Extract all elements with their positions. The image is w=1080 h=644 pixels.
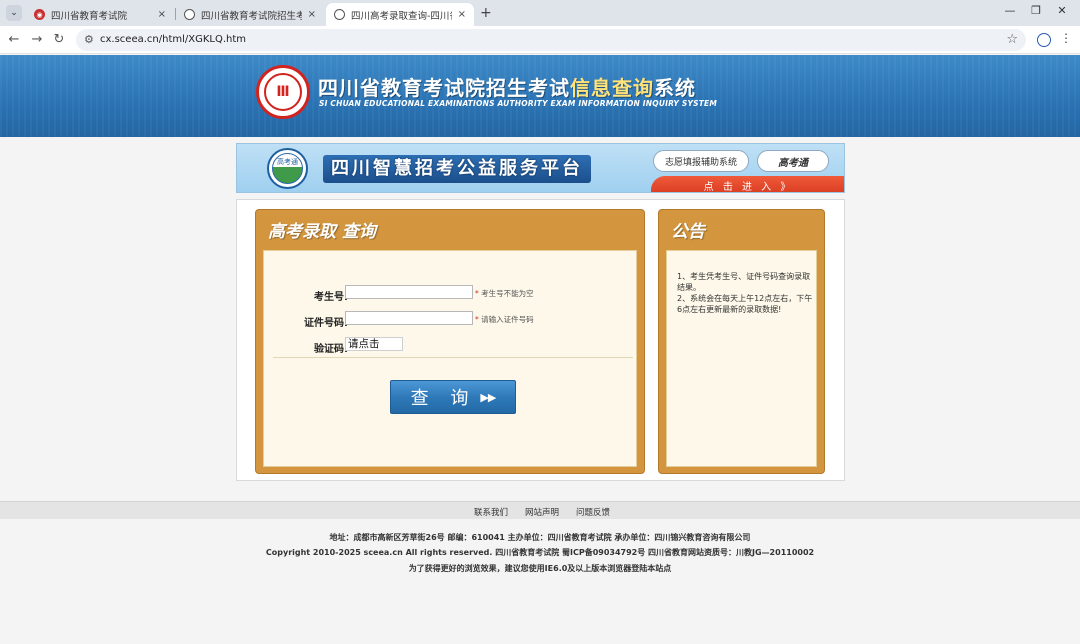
query-submit-label: 查 询 bbox=[410, 388, 477, 409]
site-subtitle: SI CHUAN EDUCATIONAL EXAMINATIONS AUTHOR… bbox=[319, 99, 717, 108]
notice-panel: 公告 1、考生凭考生号、证件号码查询录取结果。 2、系统会在每天上午12点左右，… bbox=[658, 209, 825, 474]
profile-avatar-icon[interactable] bbox=[1037, 33, 1051, 47]
feedback-link[interactable]: 问题反馈 bbox=[576, 506, 610, 518]
tab-sceea-home[interactable]: ◉ 四川省教育考试院 × bbox=[26, 3, 174, 26]
notice-panel-title: 公告 bbox=[671, 222, 705, 242]
exam-number-row: 考生号: * 考生号不能为空 bbox=[264, 285, 638, 303]
volunteer-system-button[interactable]: 志愿填报辅助系统 bbox=[653, 150, 749, 172]
tab-title: 四川高考录取查询-四川省教育 bbox=[351, 10, 452, 22]
new-tab-button[interactable]: + bbox=[480, 5, 492, 21]
restore-icon[interactable]: ❐ bbox=[1028, 4, 1044, 17]
close-icon[interactable]: × bbox=[458, 9, 466, 20]
captcha-click-box[interactable]: 请点击 bbox=[345, 337, 403, 351]
bookmark-star-icon[interactable]: ☆ bbox=[1006, 32, 1018, 47]
contact-us-link[interactable]: 联系我们 bbox=[474, 506, 508, 518]
minimize-icon[interactable]: — bbox=[1002, 4, 1018, 17]
tab-admission-query[interactable]: 四川高考录取查询-四川省教育 × bbox=[326, 3, 474, 26]
forward-arrow-icon[interactable]: → bbox=[29, 32, 45, 47]
tab-title: 四川省教育考试院 bbox=[51, 10, 128, 22]
tab-search-chevron-icon[interactable]: ⌄ bbox=[6, 5, 22, 21]
id-number-row: 证件号码: * 请输入证件号码 bbox=[264, 311, 638, 329]
query-panel-title: 高考录取 查询 bbox=[268, 222, 376, 242]
exam-number-hint: * 考生号不能为空 bbox=[475, 288, 534, 299]
tab-title: 四川省教育考试院招生考试信息 bbox=[201, 10, 302, 22]
click-enter-button[interactable]: 点 击 进 入 》 bbox=[651, 176, 844, 192]
site-title-suffix: 系统 bbox=[654, 76, 696, 100]
sceea-favicon-icon: ◉ bbox=[34, 9, 45, 20]
address-bar: ← → ↻ ⚙ cx.sceea.cn/html/XGKLQ.htm ☆ ⋮ bbox=[0, 26, 1080, 54]
close-icon[interactable]: × bbox=[308, 9, 316, 20]
site-info-icon[interactable]: ⚙ bbox=[84, 33, 94, 46]
id-number-hint: * 请输入证件号码 bbox=[475, 314, 534, 325]
seal-inner-mark: Ⅲ bbox=[264, 73, 302, 111]
notice-line-2: 2、系统会在每天上午12点左右，下午6点左右更新最新的录取数据! bbox=[677, 294, 813, 314]
id-number-hint-text: 请输入证件号码 bbox=[481, 315, 534, 324]
sceea-seal-logo-icon: Ⅲ bbox=[256, 65, 310, 119]
query-form: 考生号: * 考生号不能为空 证件号码: * 请输入证件号码 验证码: 请点击 … bbox=[263, 250, 637, 467]
browser-tab-strip: ⌄ ◉ 四川省教育考试院 × 四川省教育考试院招生考试信息 × 四川高考录取查询… bbox=[0, 0, 1080, 26]
exam-number-label: 考生号: bbox=[314, 292, 348, 303]
close-icon[interactable]: × bbox=[158, 9, 166, 20]
exam-number-input[interactable] bbox=[345, 285, 473, 299]
required-star: * bbox=[475, 315, 479, 324]
id-number-input[interactable] bbox=[345, 311, 473, 325]
globe-icon bbox=[334, 9, 345, 20]
footer-links-bar: 联系我们 网站声明 问题反馈 bbox=[0, 501, 1080, 519]
banner-logo-text: 高考通 bbox=[272, 153, 303, 184]
footer-address: 地址：成都市高新区芳草街26号 邮编：610041 主办单位：四川省教育考试院 … bbox=[329, 533, 751, 542]
notice-line-1: 1、考生凭考生号、证件号码查询录取结果。 bbox=[677, 272, 811, 292]
site-title-prefix: 四川省教育考试院招生考试 bbox=[318, 76, 570, 100]
smart-exam-banner[interactable]: 高考通 四川智慧招考公益服务平台 志愿填报辅助系统 高考通 点 击 进 入 》 bbox=[236, 143, 845, 193]
exam-number-hint-text: 考生号不能为空 bbox=[481, 289, 534, 298]
tab-exam-info[interactable]: 四川省教育考试院招生考试信息 × bbox=[176, 3, 324, 26]
window-close-icon[interactable]: ✕ bbox=[1054, 4, 1070, 17]
reload-icon[interactable]: ↻ bbox=[51, 32, 67, 47]
site-title-highlight: 信息查询 bbox=[570, 76, 654, 100]
gaokaotong-button[interactable]: 高考通 bbox=[757, 150, 829, 172]
required-star: * bbox=[475, 289, 479, 298]
url-field[interactable]: ⚙ cx.sceea.cn/html/XGKLQ.htm ☆ bbox=[76, 29, 1026, 51]
notice-body: 1、考生凭考生号、证件号码查询录取结果。 2、系统会在每天上午12点左右，下午6… bbox=[666, 250, 817, 467]
admission-query-panel: 高考录取 查询 考生号: * 考生号不能为空 证件号码: * 请输入证件号码 验… bbox=[255, 209, 645, 474]
site-statement-link[interactable]: 网站声明 bbox=[525, 506, 559, 518]
double-arrow-icon: ▶▶ bbox=[480, 390, 496, 404]
footer-browser-tip: 为了获得更好的浏览效果，建议您使用IE6.0及以上版本浏览器登陆本站点 bbox=[408, 564, 672, 573]
globe-icon bbox=[184, 9, 195, 20]
back-arrow-icon[interactable]: ← bbox=[6, 32, 22, 47]
id-number-label: 证件号码: bbox=[304, 318, 348, 329]
captcha-row: 验证码: 请点击 bbox=[264, 337, 638, 355]
url-text[interactable]: cx.sceea.cn/html/XGKLQ.htm bbox=[100, 34, 246, 45]
notice-text: 1、考生凭考生号、证件号码查询录取结果。 2、系统会在每天上午12点左右，下午6… bbox=[677, 271, 813, 315]
captcha-label: 验证码: bbox=[314, 344, 348, 355]
form-divider bbox=[273, 357, 633, 358]
gaokaotong-logo-icon: 高考通 bbox=[267, 148, 308, 189]
site-title: 四川省教育考试院招生考试信息查询系统 bbox=[318, 72, 696, 101]
menu-kebab-icon[interactable]: ⋮ bbox=[1060, 31, 1072, 45]
site-header: Ⅲ 四川省教育考试院招生考试信息查询系统 SI CHUAN EDUCATIONA… bbox=[0, 55, 1080, 137]
banner-title: 四川智慧招考公益服务平台 bbox=[323, 155, 591, 183]
footer-copyright: Copyright 2010-2025 sceea.cn All rights … bbox=[265, 548, 815, 557]
query-submit-button[interactable]: 查 询 ▶▶ bbox=[390, 380, 516, 414]
